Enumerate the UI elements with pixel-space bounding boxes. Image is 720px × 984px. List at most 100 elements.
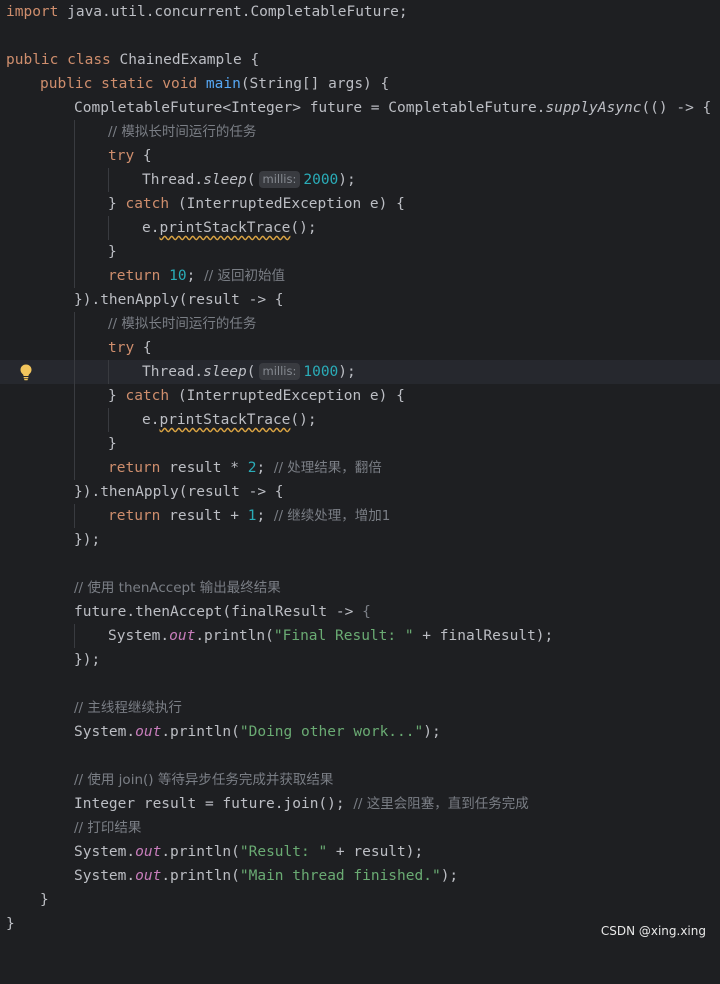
- indent-guide: [108, 168, 109, 192]
- string-literal: "Result: ": [239, 844, 328, 860]
- indent-guide: [74, 384, 75, 408]
- code-line-31: System.out.println("Doing other work..."…: [0, 720, 720, 744]
- keyword: return: [108, 268, 161, 284]
- number-literal: 10: [169, 268, 187, 284]
- parameter-hint: millis:: [258, 171, 301, 188]
- code-text: );: [423, 724, 441, 740]
- code-text: }: [40, 892, 49, 908]
- keyword: import: [6, 4, 59, 20]
- code-line-27: System.out.println("Final Result: " + fi…: [0, 624, 720, 648]
- indent-guide: [74, 264, 75, 288]
- code-text: });: [74, 652, 101, 668]
- comment: // 使用 join() 等待异步任务完成并获取结果: [74, 772, 334, 788]
- static-field: out: [135, 868, 162, 884]
- code-line-16-current: Thread.sleep(millis: 1000);: [0, 360, 720, 384]
- code-editor[interactable]: import java.util.concurrent.CompletableF…: [0, 0, 720, 946]
- code-line-9: } catch (InterruptedException e) {: [0, 192, 720, 216]
- code-line-18: e.printStackTrace();: [0, 408, 720, 432]
- code-line-33: // 使用 join() 等待异步任务完成并获取结果: [0, 768, 720, 792]
- comment: // 打印结果: [74, 820, 142, 836]
- watermark: CSDN @xing.xing: [600, 924, 706, 938]
- string-literal: "Doing other work...": [239, 724, 424, 740]
- indent-guide: [74, 360, 75, 384]
- code-text: future.thenAccept(finalResult ->: [74, 604, 363, 620]
- code-text: + result);: [327, 844, 424, 860]
- code-text: System.: [74, 868, 136, 884]
- code-text: e.: [142, 412, 160, 428]
- static-field: out: [135, 724, 162, 740]
- code-text: }: [108, 436, 117, 452]
- code-line-13: }).thenApply(result -> {: [0, 288, 720, 312]
- code-text: result +: [160, 508, 248, 524]
- keyword: void: [162, 76, 198, 92]
- lightbulb-icon[interactable]: [17, 363, 35, 381]
- parameter-hint: millis:: [258, 363, 301, 380]
- comment: // 这里会阻塞，直到任务完成: [353, 796, 529, 812]
- code-text: + finalResult);: [413, 628, 554, 644]
- indent-guide: [74, 144, 75, 168]
- code-text: (() -> {: [641, 100, 712, 116]
- code-line-7: try {: [0, 144, 720, 168]
- method-name: main: [205, 76, 241, 92]
- keyword: try: [108, 340, 135, 356]
- code-line-28: });: [0, 648, 720, 672]
- keyword: static: [101, 76, 154, 92]
- code-text: Thread.: [142, 364, 204, 380]
- code-line-4: public static void main(String[] args) {: [0, 72, 720, 96]
- code-text: ;: [256, 460, 274, 476]
- indent-guide: [74, 168, 75, 192]
- keyword: try: [108, 148, 135, 164]
- code-line-12: return 10; // 返回初始值: [0, 264, 720, 288]
- code-text: );: [338, 364, 356, 380]
- code-text: .println(: [161, 868, 240, 884]
- indent-guide: [74, 216, 75, 240]
- code-text: (: [246, 172, 256, 188]
- code-line-30: // 主线程继续执行: [0, 696, 720, 720]
- number-literal: 1000: [303, 364, 339, 380]
- comment: // 处理结果，翻倍: [273, 460, 382, 476]
- brace: {: [362, 604, 371, 620]
- comment: // 模拟长时间运行的任务: [108, 124, 257, 140]
- code-text: System.: [74, 724, 136, 740]
- code-line-22: return result + 1; // 继续处理，增加1: [0, 504, 720, 528]
- code-text: java.util.concurrent.CompletableFuture;: [58, 4, 408, 20]
- method-call: printStackTrace: [159, 412, 291, 428]
- comment: // 使用 thenAccept 输出最终结果: [74, 580, 281, 596]
- code-text: System.: [74, 844, 136, 860]
- code-text: }).thenApply(result -> {: [74, 484, 284, 500]
- code-line-23: });: [0, 528, 720, 552]
- code-line-8: Thread.sleep(millis: 2000);: [0, 168, 720, 192]
- indent-guide: [74, 408, 75, 432]
- code-text: Thread.: [142, 172, 204, 188]
- indent-guide: [74, 120, 75, 144]
- comment: // 继续处理，增加1: [273, 508, 391, 524]
- indent-guide: [74, 192, 75, 216]
- keyword: return: [108, 460, 161, 476]
- method-call: supplyAsync: [545, 100, 642, 116]
- keyword: catch: [125, 388, 170, 404]
- keyword: public: [6, 52, 59, 68]
- method-call: sleep: [203, 364, 247, 380]
- indent-guide: [74, 432, 75, 456]
- code-line-26: future.thenAccept(finalResult -> {: [0, 600, 720, 624]
- comment: // 主线程继续执行: [74, 700, 182, 716]
- indent-guide: [74, 504, 75, 528]
- code-line-11: }: [0, 240, 720, 264]
- code-line-34: Integer result = future.join(); // 这里会阻塞…: [0, 792, 720, 816]
- keyword: return: [108, 508, 161, 524]
- code-text: ();: [290, 412, 317, 428]
- code-line-14: // 模拟长时间运行的任务: [0, 312, 720, 336]
- code-line-3: public class ChainedExample {: [0, 48, 720, 72]
- code-text: ;: [186, 268, 205, 284]
- keyword: class: [67, 52, 111, 68]
- indent-guide: [74, 624, 75, 648]
- code-text: }: [6, 916, 15, 932]
- code-text: }).thenApply(result -> {: [74, 292, 284, 308]
- static-field: out: [169, 628, 196, 644]
- code-text: ();: [290, 220, 317, 236]
- keyword: catch: [125, 196, 170, 212]
- code-text: );: [338, 172, 356, 188]
